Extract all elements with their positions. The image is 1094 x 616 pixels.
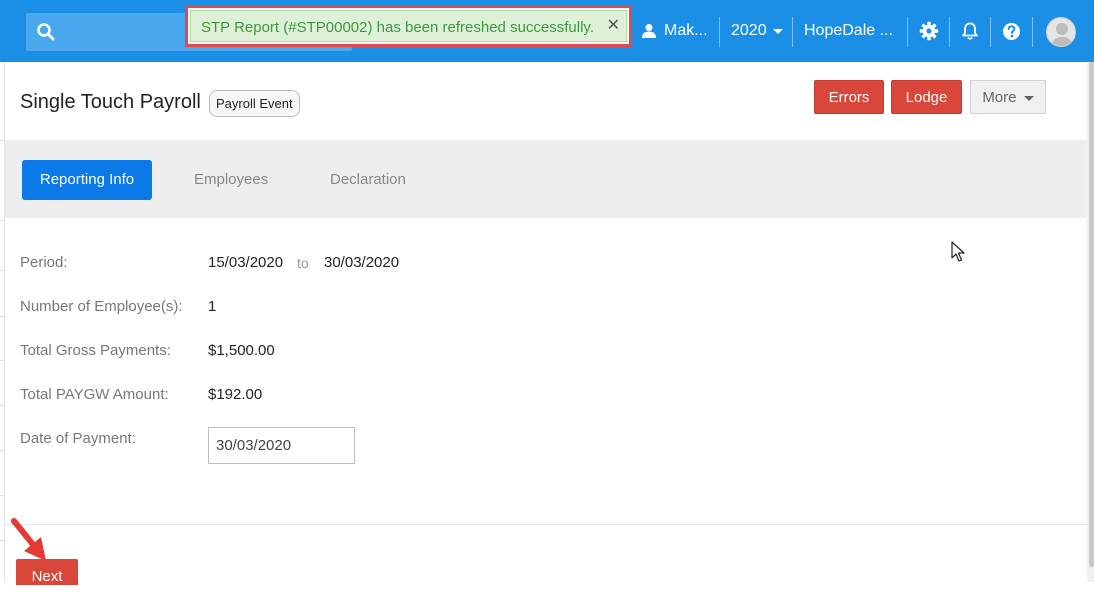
errors-button[interactable]: Errors bbox=[814, 80, 884, 114]
close-icon[interactable]: ✕ bbox=[607, 15, 620, 35]
period-label: Period: bbox=[20, 254, 68, 271]
avatar-placeholder-icon bbox=[1047, 18, 1075, 46]
avatar[interactable] bbox=[1046, 17, 1076, 47]
period-from-value: 15/03/2020 bbox=[208, 254, 284, 271]
scrollbar-thumb[interactable] bbox=[1089, 62, 1094, 567]
lodge-button[interactable]: Lodge bbox=[891, 80, 962, 114]
paygw-amount-label: Total PAYGW Amount: bbox=[20, 386, 169, 403]
divider bbox=[949, 17, 950, 47]
employee-count-value: 1 bbox=[208, 298, 217, 315]
mouse-cursor-icon bbox=[951, 241, 965, 262]
gear-icon bbox=[919, 21, 939, 41]
tab-employees[interactable]: Employees bbox=[194, 160, 268, 200]
year-label: 2020 bbox=[731, 22, 767, 39]
footer-divider bbox=[5, 524, 1087, 525]
year-dropdown[interactable]: 2020 bbox=[731, 0, 783, 62]
search-icon[interactable] bbox=[36, 22, 56, 42]
help-button[interactable] bbox=[1002, 0, 1021, 62]
user-name: Mak... bbox=[664, 22, 708, 39]
red-arrow-annotation-icon bbox=[11, 518, 46, 561]
chevron-down-icon bbox=[1023, 95, 1034, 101]
divider bbox=[1032, 17, 1033, 47]
tab-declaration[interactable]: Declaration bbox=[330, 160, 406, 200]
settings-button[interactable] bbox=[919, 0, 939, 62]
user-menu[interactable]: Mak... bbox=[641, 0, 708, 62]
tab-bar bbox=[5, 140, 1087, 218]
notification-body: STP Report (#STP00002) has been refreshe… bbox=[190, 10, 627, 42]
notification-message: STP Report (#STP00002) has been refreshe… bbox=[201, 19, 594, 36]
company-name: HopeDale ... bbox=[804, 22, 893, 39]
divider bbox=[719, 17, 720, 47]
user-icon bbox=[642, 24, 656, 38]
more-label: More bbox=[982, 89, 1017, 106]
help-icon bbox=[1002, 22, 1021, 40]
success-notification: STP Report (#STP00002) has been refreshe… bbox=[185, 5, 632, 47]
gross-payments-value: $1,500.00 bbox=[208, 342, 275, 359]
status-badge: Payroll Event bbox=[209, 90, 300, 117]
divider bbox=[907, 17, 908, 47]
period-to-word: to bbox=[297, 255, 309, 271]
employee-count-label: Number of Employee(s): bbox=[20, 298, 183, 315]
divider bbox=[990, 17, 991, 47]
notifications-button[interactable] bbox=[960, 0, 980, 62]
period-to-value: 30/03/2020 bbox=[324, 254, 400, 271]
more-dropdown-button[interactable]: More bbox=[970, 80, 1046, 114]
payment-date-label: Date of Payment: bbox=[20, 430, 136, 447]
divider bbox=[792, 17, 793, 47]
chevron-down-icon bbox=[772, 28, 783, 34]
payment-date-field[interactable]: 30/03/2020 bbox=[208, 427, 355, 464]
tab-reporting-info[interactable]: Reporting Info bbox=[22, 160, 152, 200]
gross-payments-label: Total Gross Payments: bbox=[20, 342, 171, 359]
company-selector[interactable]: HopeDale ... bbox=[804, 0, 893, 62]
page-title: Single Touch Payroll bbox=[20, 91, 201, 113]
paygw-amount-value: $192.00 bbox=[208, 386, 263, 403]
bell-icon bbox=[962, 22, 978, 40]
